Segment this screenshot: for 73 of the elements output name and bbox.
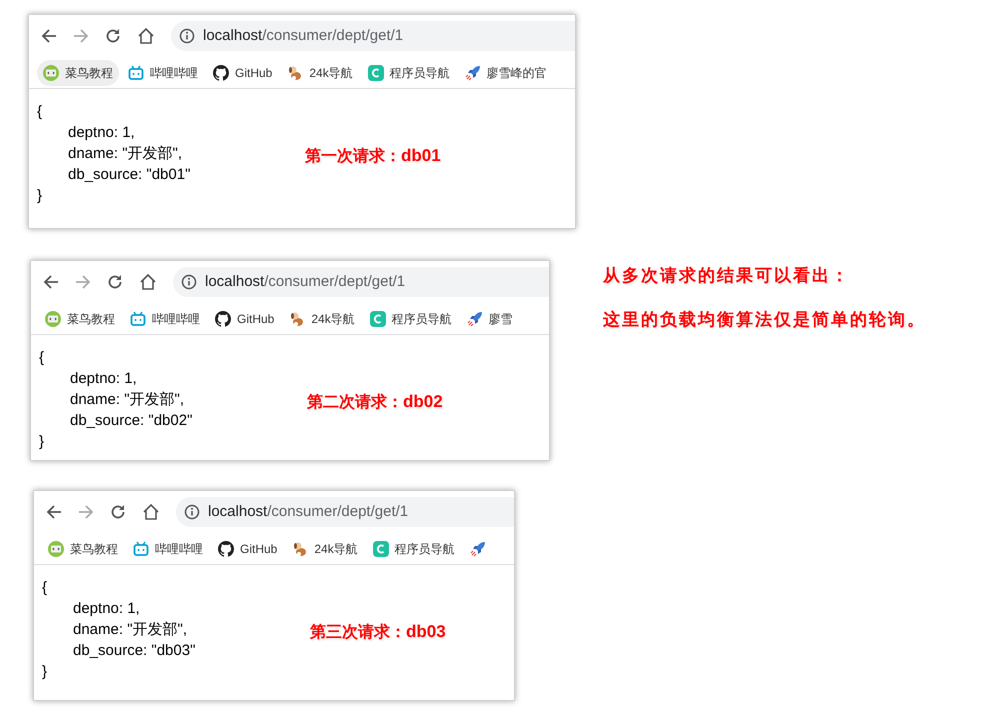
address-bar[interactable]: localhost/consumer/dept/get/1 [173, 267, 549, 297]
json-brace: { [37, 102, 42, 122]
rocket-icon [470, 540, 486, 556]
bookmark[interactable]: 廖雪 [460, 306, 519, 332]
bookmark[interactable]: 哔哩哔哩 [122, 60, 204, 86]
code-window-icon [48, 540, 64, 556]
url-text: localhost/consumer/dept/get/1 [208, 502, 408, 522]
json-field: db_source: "db03" [42, 640, 196, 661]
reload-icon[interactable] [105, 28, 121, 44]
json-field: dname: "开发部", [42, 619, 188, 640]
back-arrow-icon[interactable] [43, 274, 59, 290]
bookmark[interactable]: GitHub [207, 60, 278, 86]
tv-icon [133, 540, 149, 556]
json-field: dname: "开发部", [39, 389, 184, 410]
home-icon[interactable] [142, 503, 160, 521]
request-note: 第三次请求：db03 [310, 621, 446, 642]
url-text: localhost/consumer/dept/get/1 [203, 26, 404, 46]
reload-icon[interactable] [110, 504, 126, 520]
bookmark[interactable]: 程序员导航 [364, 306, 458, 332]
dog-icon [292, 540, 308, 556]
home-icon[interactable] [139, 273, 157, 291]
info-icon [184, 504, 200, 520]
conclusion-text: 这里的负载均衡算法仅是简单的轮询。 [603, 308, 926, 332]
json-brace: { [39, 348, 44, 368]
json-field: deptno: 1, [42, 598, 140, 619]
bookmark[interactable]: 廖雪峰的官 [458, 60, 553, 86]
bookmark[interactable]: 哔哩哔哩 [127, 536, 209, 562]
bookmark[interactable]: GitHub [212, 536, 284, 562]
bookmark[interactable]: 24k导航 [286, 536, 364, 562]
rocket-icon [466, 310, 483, 326]
request-note: 第一次请求：db01 [305, 145, 441, 166]
json-field: deptno: 1, [39, 368, 137, 389]
cat-silhouette-icon [218, 540, 234, 556]
cat-silhouette-icon [213, 64, 229, 80]
back-arrow-icon[interactable] [41, 28, 57, 44]
tv-icon [128, 64, 144, 80]
rocket-icon [464, 64, 481, 80]
info-icon [181, 274, 197, 290]
json-field: db_source: "db02" [39, 410, 192, 431]
conclusion-text: 从多次请求的结果可以看出： [603, 265, 851, 288]
letter-c-icon [368, 64, 384, 80]
json-field: deptno: 1, [37, 122, 135, 143]
address-bar[interactable]: localhost/consumer/dept/get/1 [176, 497, 514, 527]
bookmark[interactable]: 程序员导航 [362, 60, 456, 86]
cat-silhouette-icon [215, 310, 231, 326]
json-brace: } [39, 432, 44, 452]
bookmark[interactable]: 程序员导航 [366, 536, 461, 562]
bookmark[interactable]: 菜鸟教程 [37, 60, 119, 86]
info-icon [179, 28, 195, 44]
letter-c-icon [372, 540, 389, 556]
back-arrow-icon[interactable] [46, 504, 62, 520]
tv-icon [130, 310, 146, 326]
json-field: db_source: "db01" [37, 164, 190, 185]
bookmark[interactable]: 菜鸟教程 [42, 536, 124, 562]
code-window-icon [45, 310, 61, 326]
bookmark[interactable]: 哔哩哔哩 [124, 306, 206, 332]
dog-icon [287, 64, 304, 80]
request-note: 第二次请求：db02 [307, 391, 443, 412]
bookmark[interactable]: 24k导航 [281, 60, 359, 86]
code-window-icon [43, 64, 59, 80]
reload-icon[interactable] [107, 274, 123, 290]
home-icon[interactable] [137, 27, 155, 45]
letter-c-icon [370, 310, 386, 326]
url-text: localhost/consumer/dept/get/1 [205, 272, 406, 292]
json-brace: } [37, 186, 42, 206]
dog-icon [289, 310, 306, 326]
json-field: dname: "开发部", [37, 143, 182, 164]
address-bar[interactable]: localhost/consumer/dept/get/1 [171, 21, 575, 51]
json-brace: } [42, 662, 48, 682]
bookmark[interactable]: GitHub [209, 306, 280, 332]
bookmark[interactable]: 菜鸟教程 [39, 306, 121, 332]
json-brace: { [42, 578, 48, 598]
bookmark[interactable]: 24k导航 [283, 306, 361, 332]
